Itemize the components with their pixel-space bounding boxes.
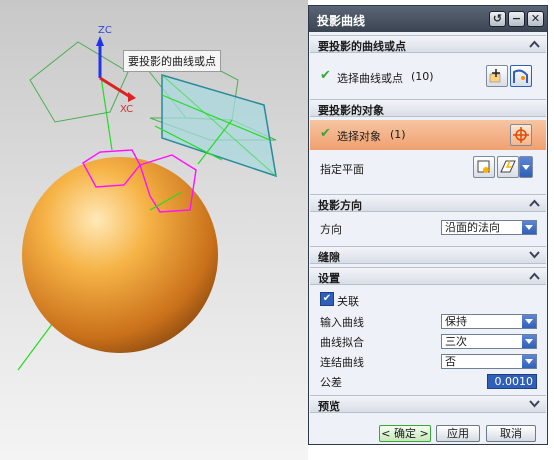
select-curves-row[interactable]: ✔ 选择曲线或点 (10)	[310, 60, 546, 94]
section-settings-title: 设置	[318, 272, 340, 285]
check-icon: ✔	[320, 126, 331, 141]
section-direction-title: 投影方向	[318, 199, 362, 212]
check-icon: ✔	[320, 68, 331, 83]
direction-value: 沿面的法向	[445, 221, 500, 234]
zc-axis-label: ZC	[98, 25, 112, 36]
curve-fit-value: 三次	[445, 335, 467, 348]
curve-fit-row: 曲线拟合 三次	[310, 332, 546, 350]
select-object-label: 选择对象	[337, 130, 381, 143]
xc-axis-label: XC	[120, 104, 134, 115]
select-curves-count: (10)	[411, 70, 434, 83]
chevron-down-icon[interactable]	[522, 335, 536, 348]
select-object-count: (1)	[390, 128, 406, 141]
cancel-button[interactable]: 取消	[486, 425, 536, 442]
dialog-titlebar[interactable]: 投影曲线 ↺ − ✕	[309, 6, 547, 32]
reset-icon[interactable]: ↺	[489, 11, 506, 27]
chevron-down-icon[interactable]	[522, 315, 536, 328]
project-curve-dialog: 投影曲线 ↺ − ✕ 要投影的曲线或点 ✔ 选择曲线或点 (10) 要投影的对象…	[308, 5, 548, 445]
join-curves-label: 连结曲线	[320, 356, 364, 369]
tolerance-label: 公差	[320, 376, 342, 389]
select-object-row[interactable]: ✔ 选择对象 (1)	[310, 120, 546, 150]
section-direction-header[interactable]: 投影方向	[310, 194, 546, 212]
associative-checkbox[interactable]: ✔	[320, 292, 334, 306]
select-curves-label: 选择曲线或点	[337, 72, 403, 85]
tolerance-input[interactable]: 0.0010	[487, 374, 537, 389]
close-icon[interactable]: ✕	[527, 11, 544, 27]
specify-plane-label: 指定平面	[320, 163, 364, 176]
join-curves-value: 否	[445, 355, 456, 368]
plane-type-icon[interactable]	[497, 156, 519, 178]
input-curves-row: 输入曲线 保持	[310, 312, 546, 330]
collapse-up-icon[interactable]	[529, 39, 540, 49]
curve-fit-select[interactable]: 三次	[441, 334, 537, 349]
section-preview-header[interactable]: 预览	[310, 395, 546, 413]
apply-button[interactable]: 应用	[436, 425, 480, 442]
section-settings-header[interactable]: 设置	[310, 267, 546, 285]
collapse-up-icon[interactable]	[529, 271, 540, 281]
selection-tooltip: 要投影的曲线或点	[123, 50, 221, 72]
join-curves-row: 连结曲线 否	[310, 352, 546, 370]
minimize-icon[interactable]: −	[508, 11, 525, 27]
dialog-title: 投影曲线	[317, 14, 366, 28]
ok-button[interactable]: < 确定 >	[379, 425, 431, 442]
tolerance-row: 公差 0.0010	[310, 372, 546, 390]
section-curves-header[interactable]: 要投影的曲线或点	[310, 35, 546, 53]
plane-dropdown-arrow[interactable]	[519, 156, 533, 178]
section-curves-title: 要投影的曲线或点	[318, 40, 406, 53]
section-gap-title: 缝隙	[318, 251, 340, 264]
chevron-down-icon[interactable]	[522, 221, 536, 234]
associative-row[interactable]: ✔ 关联	[310, 291, 546, 309]
curve-rule-icon[interactable]	[486, 65, 508, 87]
curve-fit-label: 曲线拟合	[320, 336, 364, 349]
select-curve-icon[interactable]	[510, 65, 532, 87]
section-gap-header[interactable]: 缝隙	[310, 246, 546, 264]
specify-plane-row[interactable]: 指定平面	[310, 152, 546, 182]
direction-row: 方向 沿面的法向	[310, 216, 546, 240]
crosshair-icon[interactable]	[510, 124, 532, 146]
section-preview-title: 预览	[318, 400, 340, 413]
input-curves-label: 输入曲线	[320, 316, 364, 329]
collapse-up-icon[interactable]	[529, 198, 540, 208]
section-objects-header[interactable]: 要投影的对象	[310, 99, 546, 117]
chevron-down-icon[interactable]	[522, 355, 536, 368]
graphics-viewport[interactable]: ZC XC 要投影的曲线或点	[0, 0, 308, 460]
direction-select[interactable]: 沿面的法向	[441, 220, 537, 235]
expand-down-icon[interactable]	[529, 250, 540, 260]
input-curves-select[interactable]: 保持	[441, 314, 537, 329]
section-objects-title: 要投影的对象	[318, 104, 384, 117]
expand-down-icon[interactable]	[529, 399, 540, 409]
join-curves-select[interactable]: 否	[441, 354, 537, 369]
plane-dialog-icon[interactable]	[473, 156, 495, 178]
associative-label: 关联	[337, 295, 359, 308]
input-curves-value: 保持	[445, 315, 467, 328]
direction-label: 方向	[320, 223, 342, 236]
